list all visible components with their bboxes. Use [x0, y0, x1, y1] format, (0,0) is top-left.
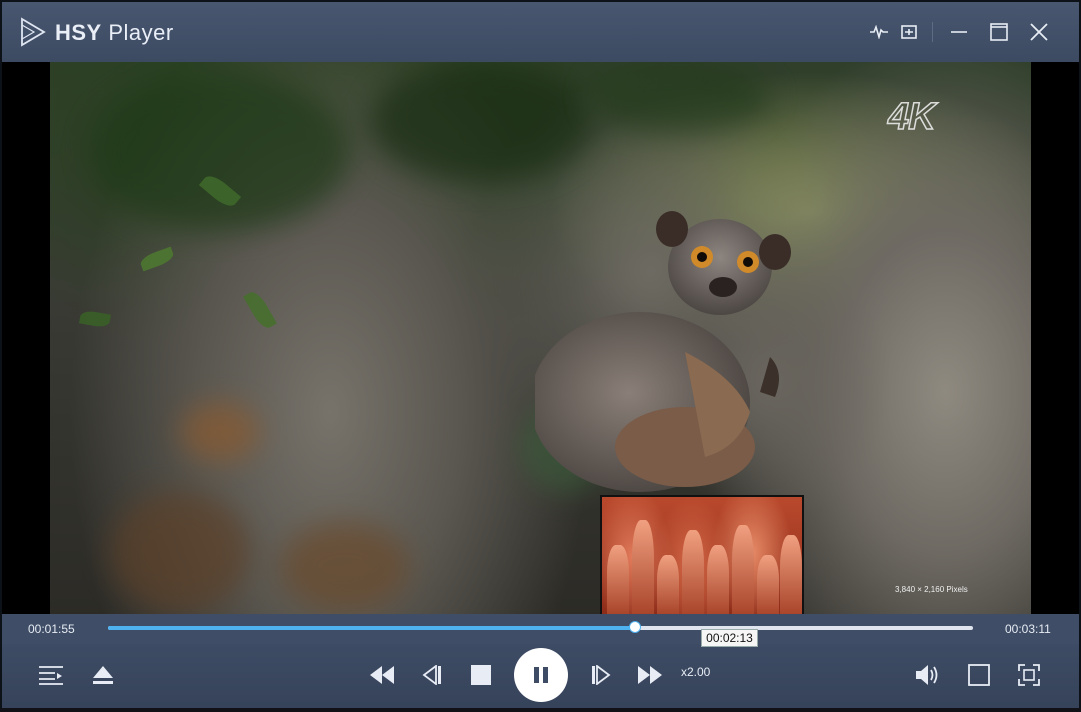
4k-badge: 4K: [887, 95, 936, 139]
fast-forward-icon: [638, 666, 662, 684]
eject-icon: [93, 666, 113, 684]
window-mode-icon: [968, 664, 990, 686]
playlist-icon: [39, 666, 63, 685]
titlebar-separator: [932, 22, 933, 42]
seek-time-tooltip: 00:02:13: [701, 629, 758, 647]
window-mode-button[interactable]: [964, 660, 994, 690]
video-frame[interactable]: 4K 3,840 × 2,160 Pixels: [50, 62, 1031, 614]
maximize-button[interactable]: [985, 18, 1013, 46]
minimize-icon: [951, 31, 967, 33]
playlist-button[interactable]: [36, 660, 66, 690]
seek-bar[interactable]: [108, 621, 973, 633]
fullscreen-button[interactable]: [1014, 660, 1044, 690]
screen-capture-icon: [901, 25, 917, 39]
rewind-button[interactable]: [366, 660, 398, 690]
rock-ridge: [607, 545, 629, 614]
bokeh-orb: [110, 492, 250, 612]
total-time: 00:03:11: [1005, 622, 1051, 636]
volume-button[interactable]: [913, 660, 943, 690]
stop-icon: [471, 665, 491, 685]
seek-knob[interactable]: [629, 621, 641, 633]
minimize-button[interactable]: [945, 18, 973, 46]
rock-ridge: [657, 555, 679, 614]
fast-forward-button[interactable]: [634, 660, 666, 690]
previous-frame-icon: [422, 665, 441, 685]
resolution-label: 3,840 × 2,160 Pixels: [895, 585, 968, 594]
rewind-icon: [370, 666, 394, 684]
control-bar: x2.00: [2, 644, 1079, 708]
rock-ridge: [707, 545, 729, 614]
bokeh-orb: [280, 522, 410, 612]
close-button[interactable]: [1025, 18, 1053, 46]
next-frame-icon: [592, 665, 611, 685]
rock-ridge: [682, 530, 704, 614]
stop-button[interactable]: [466, 660, 496, 690]
leaf: [243, 288, 277, 332]
seek-bar-played: [108, 626, 635, 630]
rock-ridge: [732, 525, 754, 614]
playback-speed[interactable]: x2.00: [681, 665, 710, 679]
rock-ridge: [757, 555, 779, 614]
maximize-icon: [990, 23, 1008, 41]
bottom-edge: [0, 708, 1081, 712]
close-icon: [1030, 23, 1048, 41]
pause-button[interactable]: [514, 648, 568, 702]
rock-ridge: [780, 535, 802, 614]
foliage-blob: [370, 62, 590, 182]
screen-capture-button[interactable]: [895, 18, 923, 46]
lemur-image: [535, 211, 791, 492]
rock-ridge: [632, 520, 654, 614]
title-bar[interactable]: HSY Player: [2, 2, 1079, 62]
foliage-blob: [590, 62, 770, 132]
next-frame-button[interactable]: [586, 660, 616, 690]
logo-play-icon: [21, 17, 46, 47]
volume-icon: [916, 665, 938, 685]
pause-icon: [534, 667, 548, 683]
leaf: [138, 246, 176, 272]
waveform-button[interactable]: [865, 18, 893, 46]
leaf: [79, 309, 111, 329]
bokeh-orb: [180, 402, 260, 462]
previous-frame-button[interactable]: [417, 660, 447, 690]
seek-bar-row: 00:01:55 00:03:11: [2, 614, 1079, 644]
app-title-bold: HSY: [55, 20, 102, 45]
player-window: HSY Player 4K 3,840 × 2,160 Pixels 00:01…: [2, 2, 1079, 708]
eject-button[interactable]: [88, 660, 118, 690]
app-title: HSY Player: [55, 20, 174, 46]
waveform-icon: [870, 25, 888, 39]
app-title-rest: Player: [101, 20, 174, 45]
picture-in-picture-preview[interactable]: [600, 495, 804, 614]
current-time: 00:01:55: [28, 622, 75, 636]
fullscreen-icon: [1018, 664, 1040, 686]
foliage-blob: [90, 72, 350, 232]
